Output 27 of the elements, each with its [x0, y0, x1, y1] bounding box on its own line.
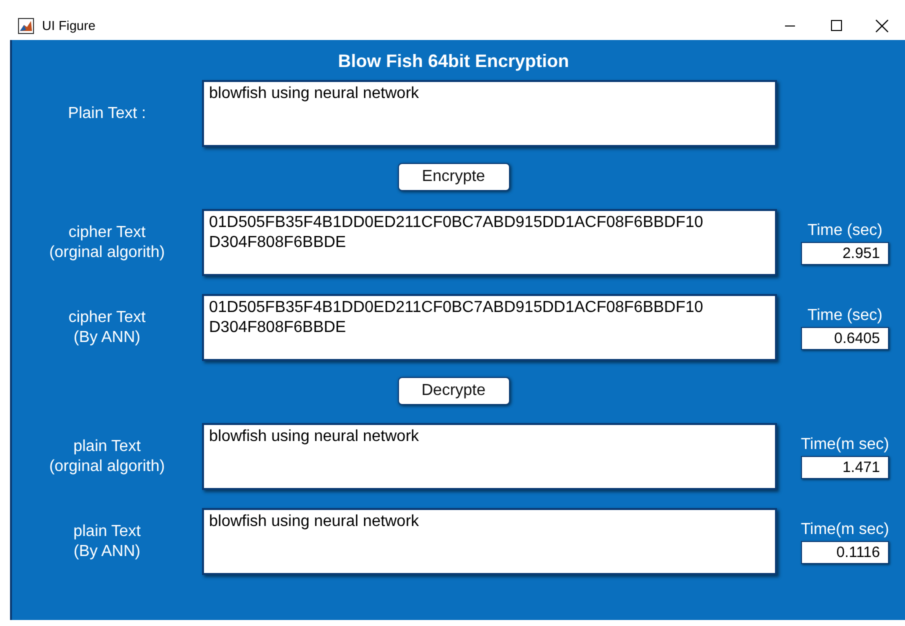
text-area[interactable]: blowfish using neural network: [202, 80, 777, 147]
field-label: (By ANN): [74, 328, 140, 348]
action-button[interactable]: Encrypte: [398, 163, 510, 191]
time-field[interactable]: 1.471: [801, 456, 889, 478]
text-area[interactable]: 01D505FB35F4B1DD0ED211CF0BC7ABD915DD1ACF08F6BBDF10 D304F808F6BBDE: [202, 294, 777, 361]
field-label: cipher Text: [68, 308, 146, 328]
field-label: (By ANN): [74, 542, 140, 562]
time-label: Time(m sec): [800, 434, 890, 454]
text-area[interactable]: 01D505FB35F4B1DD0ED211CF0BC7ABD915DD1ACF08F6BBDF10 D304F808F6BBDE: [202, 209, 777, 276]
time-field[interactable]: 0.6405: [801, 326, 889, 350]
field-label: cipher Text: [68, 222, 146, 242]
field-label: (orginal algorith): [49, 242, 165, 262]
text-area[interactable]: blowfish using neural network: [202, 508, 777, 575]
field-label: Plain Text :: [68, 104, 146, 124]
app-icon: [18, 18, 34, 34]
time-label: Time (sec): [808, 220, 882, 240]
action-button[interactable]: Decrypte: [398, 377, 510, 405]
window-title: UI Figure: [42, 17, 96, 36]
time-field[interactable]: 2.951: [801, 242, 889, 264]
field-label: plain Text: [73, 522, 141, 542]
time-field[interactable]: 0.1116: [801, 540, 889, 564]
text-area[interactable]: blowfish using neural network: [202, 423, 777, 490]
field-label: plain Text: [73, 436, 141, 456]
time-label: Time(m sec): [800, 520, 890, 540]
time-label: Time (sec): [808, 306, 882, 326]
field-label: (orginal algorith): [49, 456, 165, 476]
heading: Blow Fish 64bit Encryption: [338, 50, 570, 72]
